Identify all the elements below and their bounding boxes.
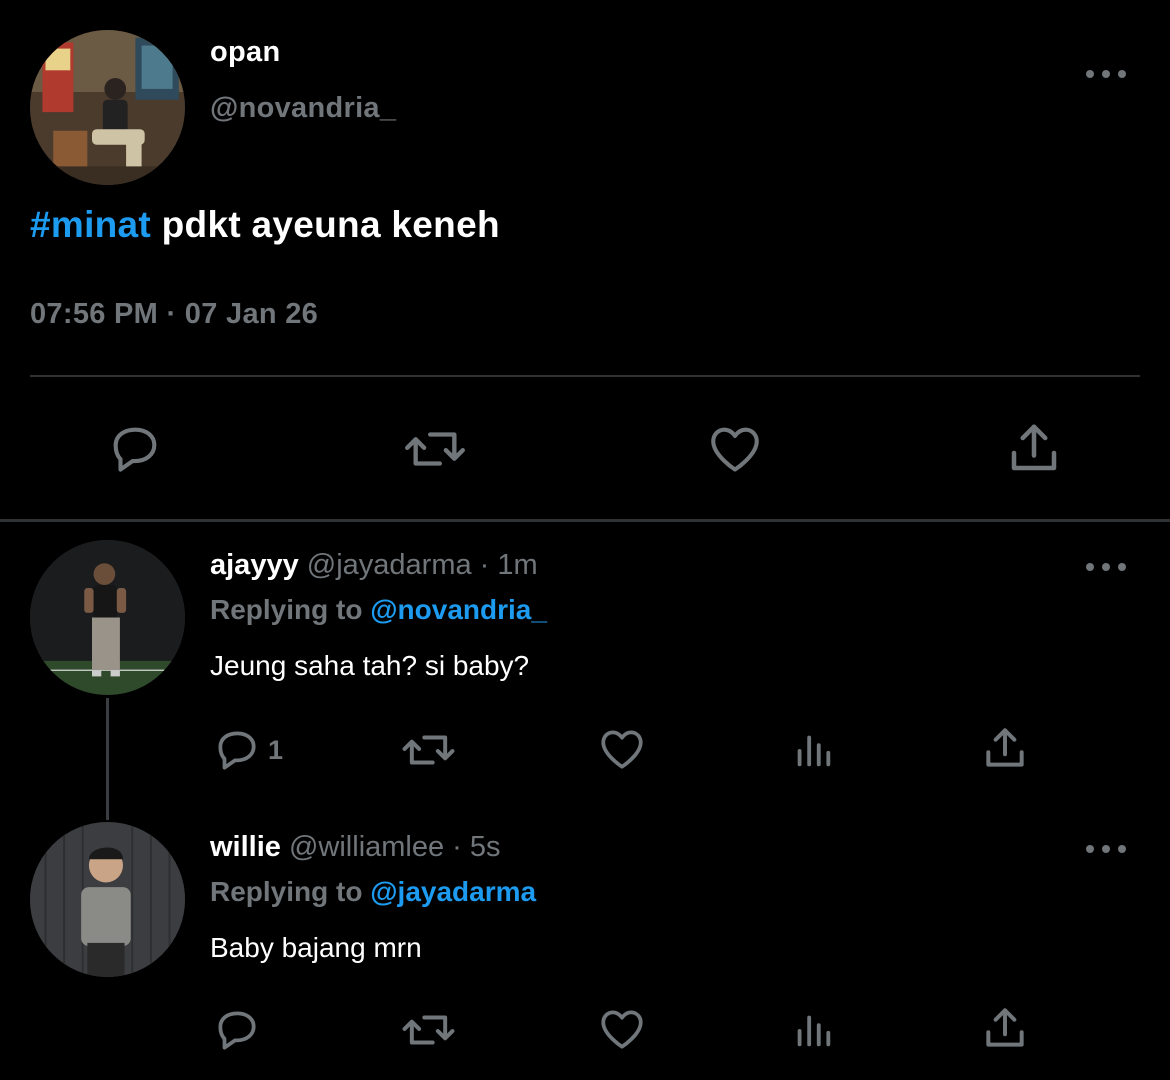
replying-to-link[interactable]: @jayadarma bbox=[370, 876, 536, 907]
like-button[interactable] bbox=[705, 420, 765, 478]
share-button[interactable] bbox=[1004, 418, 1064, 478]
reply-author-name[interactable]: ajayyy bbox=[210, 549, 299, 581]
reply-button[interactable] bbox=[106, 420, 164, 478]
tweet-body: pdkt ayeuna keneh bbox=[151, 204, 500, 245]
reply-time[interactable]: 1m bbox=[497, 549, 537, 581]
more-icon[interactable] bbox=[1086, 557, 1126, 577]
reply-icon bbox=[113, 427, 157, 472]
avatar-ajayyy[interactable] bbox=[30, 540, 185, 695]
avatar-opan[interactable] bbox=[30, 30, 185, 185]
reply-time[interactable]: 5s bbox=[470, 831, 501, 863]
retweet-icon bbox=[405, 432, 465, 466]
share-icon bbox=[1011, 424, 1057, 471]
reply-text: Jeung saha tah? si baby? bbox=[210, 650, 530, 681]
author-name[interactable]: opan bbox=[210, 36, 280, 69]
separator: · bbox=[444, 831, 470, 863]
replying-prefix: Replying to bbox=[210, 594, 371, 625]
views-button[interactable] bbox=[790, 1004, 836, 1054]
author-handle[interactable]: @novandria_ bbox=[210, 92, 396, 125]
retweet-icon bbox=[402, 1015, 455, 1045]
retweet-button[interactable] bbox=[400, 1005, 457, 1055]
reply-button[interactable]: 1 bbox=[212, 725, 283, 775]
views-button[interactable] bbox=[790, 724, 836, 774]
replying-to-link[interactable]: @novandria_ bbox=[370, 594, 547, 625]
reply-icon bbox=[218, 1011, 256, 1050]
more-icon[interactable] bbox=[1086, 839, 1126, 859]
share-icon bbox=[986, 1008, 1024, 1047]
thread-connector-line bbox=[106, 698, 109, 820]
retweet-button[interactable] bbox=[400, 725, 457, 775]
heart-icon bbox=[711, 427, 759, 472]
heart-icon bbox=[601, 1010, 643, 1049]
replying-prefix: Replying to bbox=[210, 876, 371, 907]
tweet-detail-page: opan @novandria_ #minat pdkt ayeuna kene… bbox=[0, 0, 1170, 1080]
replying-to: Replying to @jayadarma bbox=[210, 876, 536, 908]
retweet-icon bbox=[402, 735, 455, 765]
heart-icon bbox=[601, 730, 643, 769]
more-icon[interactable] bbox=[1086, 64, 1126, 84]
reply-count: 1 bbox=[268, 734, 284, 765]
hashtag-link[interactable]: #minat bbox=[30, 204, 151, 245]
avatar-willie[interactable] bbox=[30, 822, 185, 977]
reply-author-handle[interactable]: @williamlee bbox=[289, 831, 444, 863]
reply-author-name[interactable]: willie bbox=[210, 831, 281, 863]
reply-header: willie @williamlee · 5s bbox=[210, 831, 501, 864]
retweet-button[interactable] bbox=[402, 420, 468, 478]
reply-author-handle[interactable]: @jayadarma bbox=[307, 549, 472, 581]
like-button[interactable] bbox=[596, 724, 648, 774]
reply-button[interactable] bbox=[212, 1005, 262, 1055]
share-button[interactable] bbox=[980, 1002, 1030, 1054]
share-icon bbox=[986, 728, 1024, 767]
views-icon bbox=[797, 1015, 831, 1047]
share-button[interactable] bbox=[980, 722, 1030, 774]
like-button[interactable] bbox=[596, 1004, 648, 1054]
reply-icon bbox=[218, 731, 256, 770]
reply-text: Baby bajang mrn bbox=[210, 932, 422, 963]
tweet-text: #minat pdkt ayeuna keneh bbox=[30, 204, 500, 246]
separator: · bbox=[471, 549, 498, 581]
reply-header: ajayyy @jayadarma · 1m bbox=[210, 549, 538, 582]
views-icon bbox=[797, 735, 831, 767]
section-divider bbox=[0, 519, 1170, 522]
replying-to: Replying to @novandria_ bbox=[210, 594, 547, 626]
tweet-timestamp[interactable]: 07:56 PM · 07 Jan 26 bbox=[30, 298, 318, 331]
divider bbox=[30, 375, 1140, 377]
